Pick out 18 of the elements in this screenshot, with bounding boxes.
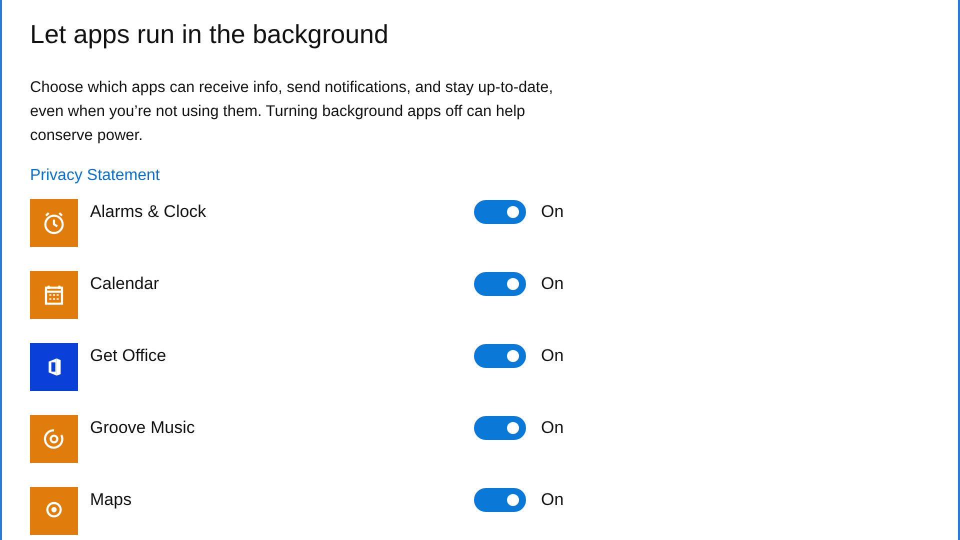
toggle-state-label: On [541, 201, 564, 223]
toggle-state-label: On [541, 489, 564, 511]
toggle-switch[interactable] [474, 416, 526, 440]
app-name: Groove Music [90, 417, 196, 439]
toggle-state-label: On [541, 417, 564, 439]
app-name: Maps [90, 489, 133, 511]
toggle-switch[interactable] [474, 488, 526, 512]
description-text: Choose which apps can receive info, send notifications, and stay up-to-date, even when you’re not using them. Turning background apps off can help conserve power. [30, 78, 554, 146]
toggle-state-label: On [541, 345, 564, 367]
page-heading: Let apps run in the background [30, 18, 390, 51]
privacy-link[interactable]: Privacy Statement [30, 166, 160, 186]
toggle-state-label: On [541, 273, 564, 295]
toggle-switch[interactable] [474, 344, 526, 368]
toggle-switch[interactable] [474, 200, 526, 224]
toggle-switch[interactable] [474, 272, 526, 296]
app-name: Alarms & Clock [90, 201, 208, 223]
app-name: Calendar [90, 273, 160, 295]
app-name: Get Office [90, 345, 168, 367]
